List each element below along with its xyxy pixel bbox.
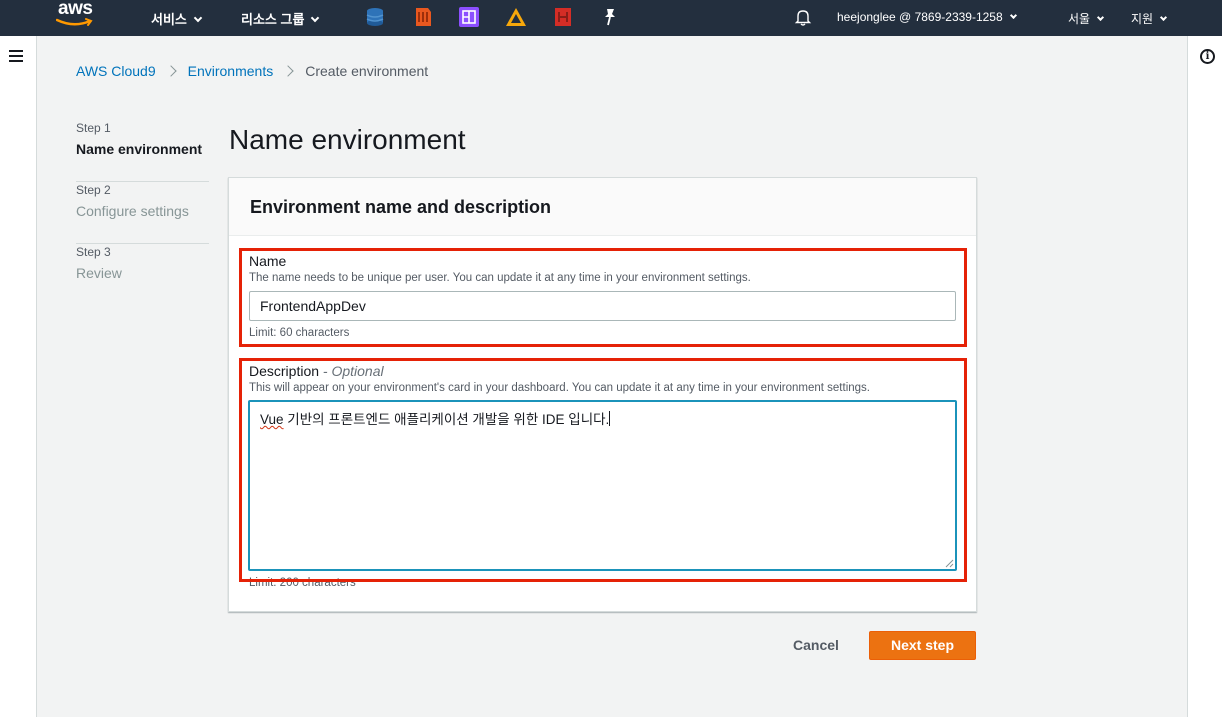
wizard-step-2: Step 2 Configure settings [76,182,209,244]
athena-icon[interactable] [505,6,527,28]
highlight-box-description [239,358,967,582]
resource-groups-menu-label: 리소스 그룹 [241,12,305,27]
support-menu-label: 지원 [1131,12,1154,26]
step-number: Step 2 [76,183,111,197]
breadcrumb: AWS Cloud9 Environments Create environment [76,63,428,79]
step-number: Step 3 [76,245,111,259]
region-menu[interactable]: 서울 [1068,10,1105,27]
chevron-down-icon [193,13,203,23]
breadcrumb-link-environments[interactable]: Environments [188,63,274,79]
services-menu-label: 서비스 [151,12,187,27]
next-step-button[interactable]: Next step [869,631,976,660]
notifications-bell-icon[interactable] [794,8,812,26]
codepipeline-icon[interactable] [552,6,574,28]
step-label: Name environment [76,141,203,157]
resource-groups-menu[interactable]: 리소스 그룹 [241,9,320,28]
cloud9-icon[interactable] [411,6,433,28]
account-menu-label: heejonglee @ 7869-2339-1258 [837,10,1003,24]
step-label: Review [76,265,122,281]
chevron-right-icon [164,65,177,77]
cancel-button[interactable]: Cancel [779,631,853,660]
chevron-down-icon [1160,13,1168,22]
aws-logo-text: aws [58,0,93,19]
side-navigation-rail [0,36,37,717]
top-navigation-bar: aws 서비스 리소스 그룹 heejonglee @ 7869-2339-12… [0,0,1222,36]
wizard-step-1: Step 1 Name environment [76,120,209,182]
chevron-right-icon [282,65,294,77]
chevron-down-icon [1097,13,1105,22]
support-menu[interactable]: 지원 [1131,10,1168,27]
workdocs-icon[interactable] [458,6,480,28]
step-label: Configure settings [76,203,189,219]
breadcrumb-link-cloud9[interactable]: AWS Cloud9 [76,63,156,79]
breadcrumb-current: Create environment [305,63,429,79]
highlight-box-name [239,248,967,347]
menu-hamburger-icon[interactable] [9,50,23,62]
step-number: Step 1 [76,121,111,135]
aws-smile-icon [56,18,93,26]
dynamodb-icon[interactable] [364,6,386,28]
container-title: Environment name and description [250,197,552,217]
wizard-step-3: Step 3 Review [76,244,209,306]
chevron-down-icon [1009,11,1017,20]
chevron-down-icon [311,13,320,23]
help-panel-rail: i [1187,36,1222,717]
account-menu[interactable]: heejonglee @ 7869-2339-1258 [837,10,1017,24]
aws-logo[interactable]: aws [56,0,100,34]
container-header: Environment name and description [229,178,976,236]
services-menu[interactable]: 서비스 [151,9,203,28]
info-icon[interactable]: i [1200,49,1215,64]
page-title: Name environment [229,124,466,155]
region-menu-label: 서울 [1068,12,1091,26]
pin-icon[interactable] [599,6,621,28]
wizard-steps: Step 1 Name environment Step 2 Configure… [76,120,209,306]
